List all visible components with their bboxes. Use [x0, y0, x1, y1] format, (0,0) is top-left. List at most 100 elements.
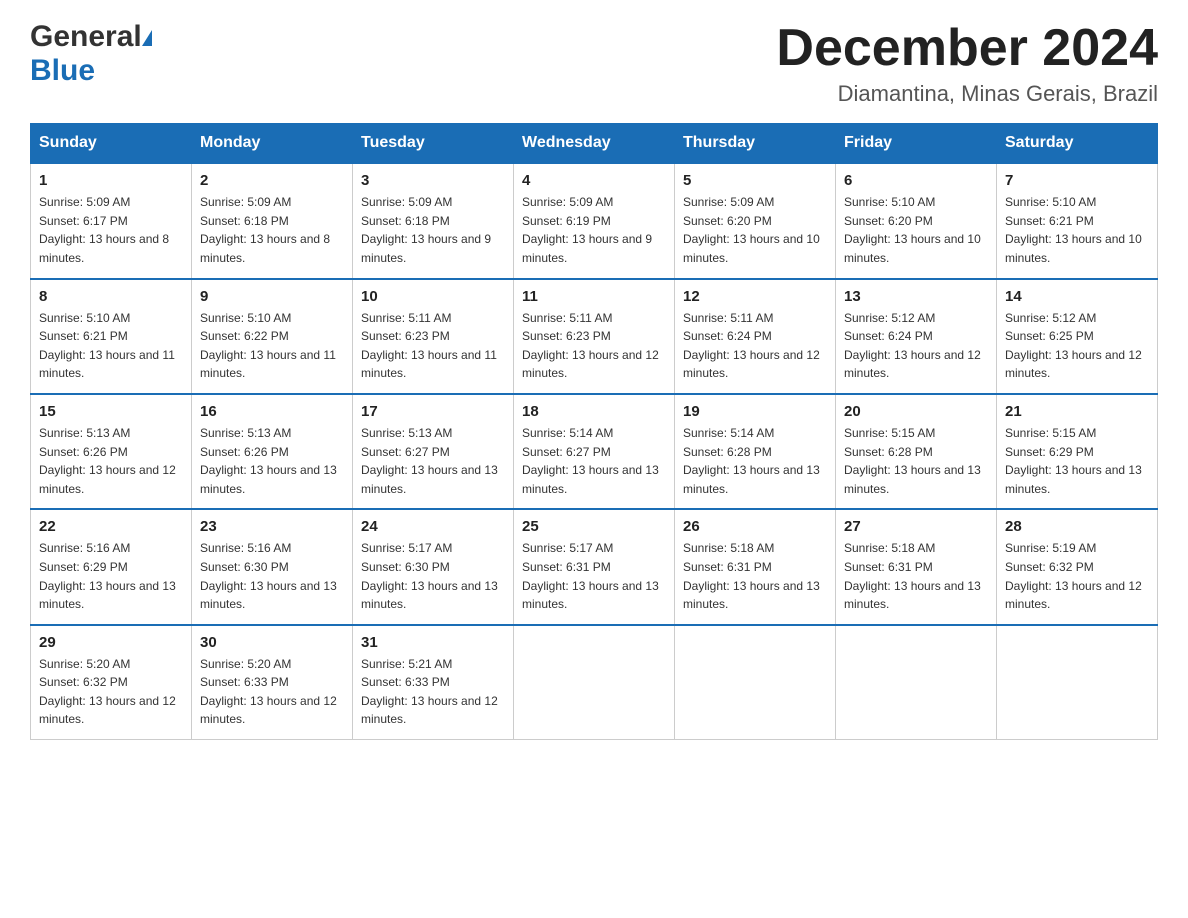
day-number: 2 — [200, 172, 344, 189]
logo-line-blue: Blue — [30, 54, 152, 88]
day-info: Sunrise: 5:09 AMSunset: 6:19 PMDaylight:… — [522, 193, 666, 267]
table-row: 20 Sunrise: 5:15 AMSunset: 6:28 PMDayligh… — [836, 394, 997, 509]
day-info: Sunrise: 5:11 AMSunset: 6:23 PMDaylight:… — [522, 309, 666, 383]
day-info: Sunrise: 5:19 AMSunset: 6:32 PMDaylight:… — [1005, 539, 1149, 613]
calendar-week-row: 22 Sunrise: 5:16 AMSunset: 6:29 PMDayligh… — [31, 509, 1158, 624]
day-info: Sunrise: 5:10 AMSunset: 6:22 PMDaylight:… — [200, 309, 344, 383]
header-sunday: Sunday — [31, 124, 192, 164]
day-info: Sunrise: 5:21 AMSunset: 6:33 PMDaylight:… — [361, 655, 505, 729]
day-info: Sunrise: 5:13 AMSunset: 6:26 PMDaylight:… — [39, 424, 183, 498]
table-row: 4 Sunrise: 5:09 AMSunset: 6:19 PMDaylight… — [514, 163, 675, 278]
logo-general-text: General — [30, 20, 142, 54]
logo-container: General Blue — [30, 20, 152, 88]
calendar-week-row: 15Sunrise: 5:13 AMSunset: 6:26 PMDayligh… — [31, 394, 1158, 509]
day-number: 20 — [844, 403, 988, 420]
location-text: Diamantina, Minas Gerais, Brazil — [776, 81, 1158, 107]
day-number: 3 — [361, 172, 505, 189]
day-info: Sunrise: 5:18 AMSunset: 6:31 PMDaylight:… — [683, 539, 827, 613]
day-info: Sunrise: 5:14 AMSunset: 6:28 PMDaylight:… — [683, 424, 827, 498]
day-info: Sunrise: 5:12 AMSunset: 6:25 PMDaylight:… — [1005, 309, 1149, 383]
day-info: Sunrise: 5:15 AMSunset: 6:28 PMDaylight:… — [844, 424, 988, 498]
table-row: 5 Sunrise: 5:09 AMSunset: 6:20 PMDaylight… — [675, 163, 836, 278]
table-row: 11Sunrise: 5:11 AMSunset: 6:23 PMDayligh… — [514, 279, 675, 394]
day-number: 13 — [844, 288, 988, 305]
table-row: 24Sunrise: 5:17 AMSunset: 6:30 PMDayligh… — [353, 509, 514, 624]
day-number: 4 — [522, 172, 666, 189]
header-friday: Friday — [836, 124, 997, 164]
table-row: 25 Sunrise: 5:17 AMSunset: 6:31 PMDayligh… — [514, 509, 675, 624]
day-info: Sunrise: 5:17 AMSunset: 6:30 PMDaylight:… — [361, 539, 505, 613]
day-info: Sunrise: 5:14 AMSunset: 6:27 PMDaylight:… — [522, 424, 666, 498]
day-number: 14 — [1005, 288, 1149, 305]
table-row: 6Sunrise: 5:10 AMSunset: 6:20 PMDaylight… — [836, 163, 997, 278]
day-info: Sunrise: 5:09 AMSunset: 6:18 PMDaylight:… — [200, 193, 344, 267]
day-info: Sunrise: 5:17 AMSunset: 6:31 PMDaylight:… — [522, 539, 666, 613]
day-info: Sunrise: 5:11 AMSunset: 6:24 PMDaylight:… — [683, 309, 827, 383]
table-row: 15Sunrise: 5:13 AMSunset: 6:26 PMDayligh… — [31, 394, 192, 509]
table-row: 23Sunrise: 5:16 AMSunset: 6:30 PMDayligh… — [192, 509, 353, 624]
day-number: 5 — [683, 172, 827, 189]
table-row: 13 Sunrise: 5:12 AMSunset: 6:24 PMDayligh… — [836, 279, 997, 394]
logo-blue-text: Blue — [30, 54, 95, 88]
day-info: Sunrise: 5:13 AMSunset: 6:26 PMDaylight:… — [200, 424, 344, 498]
day-info: Sunrise: 5:10 AMSunset: 6:21 PMDaylight:… — [39, 309, 183, 383]
day-number: 28 — [1005, 518, 1149, 535]
day-info: Sunrise: 5:18 AMSunset: 6:31 PMDaylight:… — [844, 539, 988, 613]
calendar-header: Sunday Monday Tuesday Wednesday Thursday… — [31, 124, 1158, 164]
title-section: December 2024 Diamantina, Minas Gerais, … — [776, 20, 1158, 107]
day-number: 30 — [200, 634, 344, 651]
table-row: 14 Sunrise: 5:12 AMSunset: 6:25 PMDayligh… — [997, 279, 1158, 394]
day-info: Sunrise: 5:12 AMSunset: 6:24 PMDaylight:… — [844, 309, 988, 383]
table-row — [675, 625, 836, 740]
table-row: 21 Sunrise: 5:15 AMSunset: 6:29 PMDayligh… — [997, 394, 1158, 509]
day-info: Sunrise: 5:09 AMSunset: 6:17 PMDaylight:… — [39, 193, 183, 267]
calendar-table: Sunday Monday Tuesday Wednesday Thursday… — [30, 123, 1158, 740]
day-number: 7 — [1005, 172, 1149, 189]
table-row: 17 Sunrise: 5:13 AMSunset: 6:27 PMDayligh… — [353, 394, 514, 509]
day-info: Sunrise: 5:20 AMSunset: 6:32 PMDaylight:… — [39, 655, 183, 729]
day-number: 16 — [200, 403, 344, 420]
day-number: 27 — [844, 518, 988, 535]
day-info: Sunrise: 5:11 AMSunset: 6:23 PMDaylight:… — [361, 309, 505, 383]
weekday-header-row: Sunday Monday Tuesday Wednesday Thursday… — [31, 124, 1158, 164]
day-number: 25 — [522, 518, 666, 535]
header-monday: Monday — [192, 124, 353, 164]
day-number: 19 — [683, 403, 827, 420]
calendar-week-row: 1Sunrise: 5:09 AMSunset: 6:17 PMDaylight… — [31, 163, 1158, 278]
month-title: December 2024 — [776, 20, 1158, 77]
logo: General Blue — [30, 20, 152, 88]
day-info: Sunrise: 5:16 AMSunset: 6:30 PMDaylight:… — [200, 539, 344, 613]
logo-line-general: General — [30, 20, 152, 54]
table-row: 29Sunrise: 5:20 AMSunset: 6:32 PMDayligh… — [31, 625, 192, 740]
table-row: 31 Sunrise: 5:21 AMSunset: 6:33 PMDayligh… — [353, 625, 514, 740]
day-info: Sunrise: 5:15 AMSunset: 6:29 PMDaylight:… — [1005, 424, 1149, 498]
day-number: 22 — [39, 518, 183, 535]
table-row — [836, 625, 997, 740]
table-row: 18Sunrise: 5:14 AMSunset: 6:27 PMDayligh… — [514, 394, 675, 509]
table-row: 28 Sunrise: 5:19 AMSunset: 6:32 PMDayligh… — [997, 509, 1158, 624]
day-info: Sunrise: 5:09 AMSunset: 6:20 PMDaylight:… — [683, 193, 827, 267]
day-number: 10 — [361, 288, 505, 305]
day-info: Sunrise: 5:20 AMSunset: 6:33 PMDaylight:… — [200, 655, 344, 729]
header-saturday: Saturday — [997, 124, 1158, 164]
table-row: 8 Sunrise: 5:10 AMSunset: 6:21 PMDaylight… — [31, 279, 192, 394]
table-row: 26Sunrise: 5:18 AMSunset: 6:31 PMDayligh… — [675, 509, 836, 624]
table-row: 19 Sunrise: 5:14 AMSunset: 6:28 PMDayligh… — [675, 394, 836, 509]
day-number: 12 — [683, 288, 827, 305]
table-row: 30 Sunrise: 5:20 AMSunset: 6:33 PMDayligh… — [192, 625, 353, 740]
day-number: 8 — [39, 288, 183, 305]
table-row — [997, 625, 1158, 740]
header-thursday: Thursday — [675, 124, 836, 164]
day-number: 6 — [844, 172, 988, 189]
table-row: 9Sunrise: 5:10 AMSunset: 6:22 PMDaylight… — [192, 279, 353, 394]
day-info: Sunrise: 5:09 AMSunset: 6:18 PMDaylight:… — [361, 193, 505, 267]
page-header: General Blue December 2024 Diamantina, M… — [30, 20, 1158, 107]
table-row: 22 Sunrise: 5:16 AMSunset: 6:29 PMDayligh… — [31, 509, 192, 624]
day-number: 17 — [361, 403, 505, 420]
day-info: Sunrise: 5:16 AMSunset: 6:29 PMDaylight:… — [39, 539, 183, 613]
day-info: Sunrise: 5:13 AMSunset: 6:27 PMDaylight:… — [361, 424, 505, 498]
calendar-week-row: 8 Sunrise: 5:10 AMSunset: 6:21 PMDaylight… — [31, 279, 1158, 394]
table-row: 2 Sunrise: 5:09 AMSunset: 6:18 PMDaylight… — [192, 163, 353, 278]
day-number: 31 — [361, 634, 505, 651]
day-number: 21 — [1005, 403, 1149, 420]
